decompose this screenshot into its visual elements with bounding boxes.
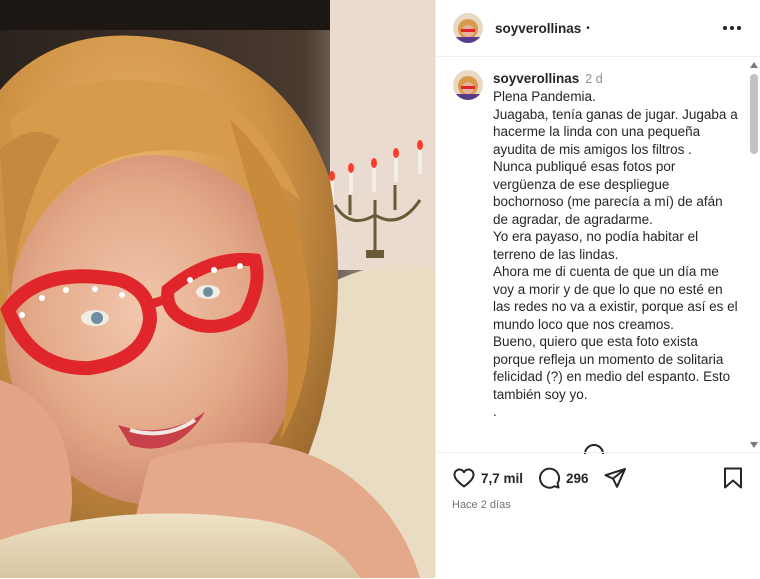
post-photo[interactable] — [0, 0, 435, 578]
heart-icon — [453, 468, 475, 488]
avatar-image — [453, 70, 483, 100]
like-count[interactable]: 7,7 mil — [481, 471, 523, 486]
dot — [737, 26, 741, 30]
comments-area[interactable]: soyverollinas 2 d Plena Pandemia. Juagaba,… — [436, 58, 760, 450]
save-button[interactable] — [722, 466, 744, 490]
caption-line: Juagaba, tenía ganas de jugar. Jugaba a — [493, 106, 738, 122]
share-icon — [604, 468, 626, 488]
caption-line: también soy yo. — [493, 386, 588, 402]
action-row: 7,7 mil 296 — [452, 465, 744, 491]
share-button[interactable] — [603, 466, 627, 490]
avatar-image — [453, 13, 483, 43]
like-button[interactable]: 7,7 mil — [452, 466, 523, 490]
caption-line: porque refleja un momento de solitaria — [493, 351, 724, 367]
comment-button[interactable]: 296 — [537, 466, 589, 490]
caption-line: voy a morir y de que lo que no esté en — [493, 281, 723, 297]
caption-line: las redes no va a existir, porque así es… — [493, 299, 738, 314]
caption-line: hacerme la linda con una pequeña — [493, 124, 701, 139]
caption-body: Plena Pandemia. Juagaba, tenía ganas de j… — [493, 88, 738, 421]
caption-line: vergüenza de ese despliegue — [493, 176, 670, 192]
user-avatar[interactable] — [453, 13, 483, 43]
caption-line: bochornoso (me parecía a mí) de afán — [493, 194, 723, 209]
caption: soyverollinas 2 d Plena Pandemia. Juagaba,… — [453, 70, 743, 421]
more-options-icon[interactable] — [723, 19, 741, 37]
caption-line: mundo loco que nos creamos. — [493, 316, 674, 332]
scrollbar-thumb[interactable] — [750, 74, 758, 154]
caption-line: de agradar, de agradarme. — [493, 211, 653, 227]
caption-line: Yo era payaso, no podía habitar el — [493, 229, 699, 244]
caption-avatar[interactable] — [453, 70, 483, 100]
caption-line: Bueno, quiero que esta foto exista — [493, 334, 698, 349]
caption-line: terreno de las lindas. — [493, 246, 619, 262]
dot — [723, 26, 727, 30]
caption-line: ayudita de mis amigos los filtros . — [493, 141, 692, 157]
comment-count[interactable]: 296 — [566, 471, 589, 486]
bookmark-icon — [724, 467, 742, 489]
caption-text: soyverollinas 2 d Plena Pandemia. Juagaba,… — [493, 70, 738, 421]
scroll-down-arrow-icon[interactable] — [750, 442, 758, 448]
caption-line: felicidad (?) en medio del espanto. Esto — [493, 369, 731, 384]
caption-timestamp[interactable]: 2 d — [585, 72, 602, 86]
post-header: soyverollinas • — [436, 0, 760, 57]
comment-icon — [539, 467, 561, 489]
post-date[interactable]: Hace 2 días — [452, 499, 511, 511]
caption-username[interactable]: soyverollinas — [493, 71, 579, 86]
selfie-image — [0, 0, 435, 578]
caption-line: Nunca publiqué esas fotos por — [493, 159, 676, 174]
caption-line: Ahora me di cuenta de que un día me — [493, 264, 719, 279]
post-side-panel: soyverollinas • soyverollinas 2 d Plena … — [435, 0, 760, 578]
caption-line: Plena Pandemia. — [493, 89, 596, 104]
scrollbar[interactable] — [748, 62, 760, 448]
instagram-post: soyverollinas • soyverollinas 2 d Plena … — [0, 0, 760, 578]
caption-line: . — [493, 404, 497, 419]
header-separator-dot: • — [586, 22, 590, 34]
action-bar: 7,7 mil 296 Hace 2 días — [436, 452, 760, 579]
scroll-up-arrow-icon[interactable] — [750, 62, 758, 68]
dot — [730, 26, 734, 30]
header-username[interactable]: soyverollinas — [495, 21, 581, 36]
